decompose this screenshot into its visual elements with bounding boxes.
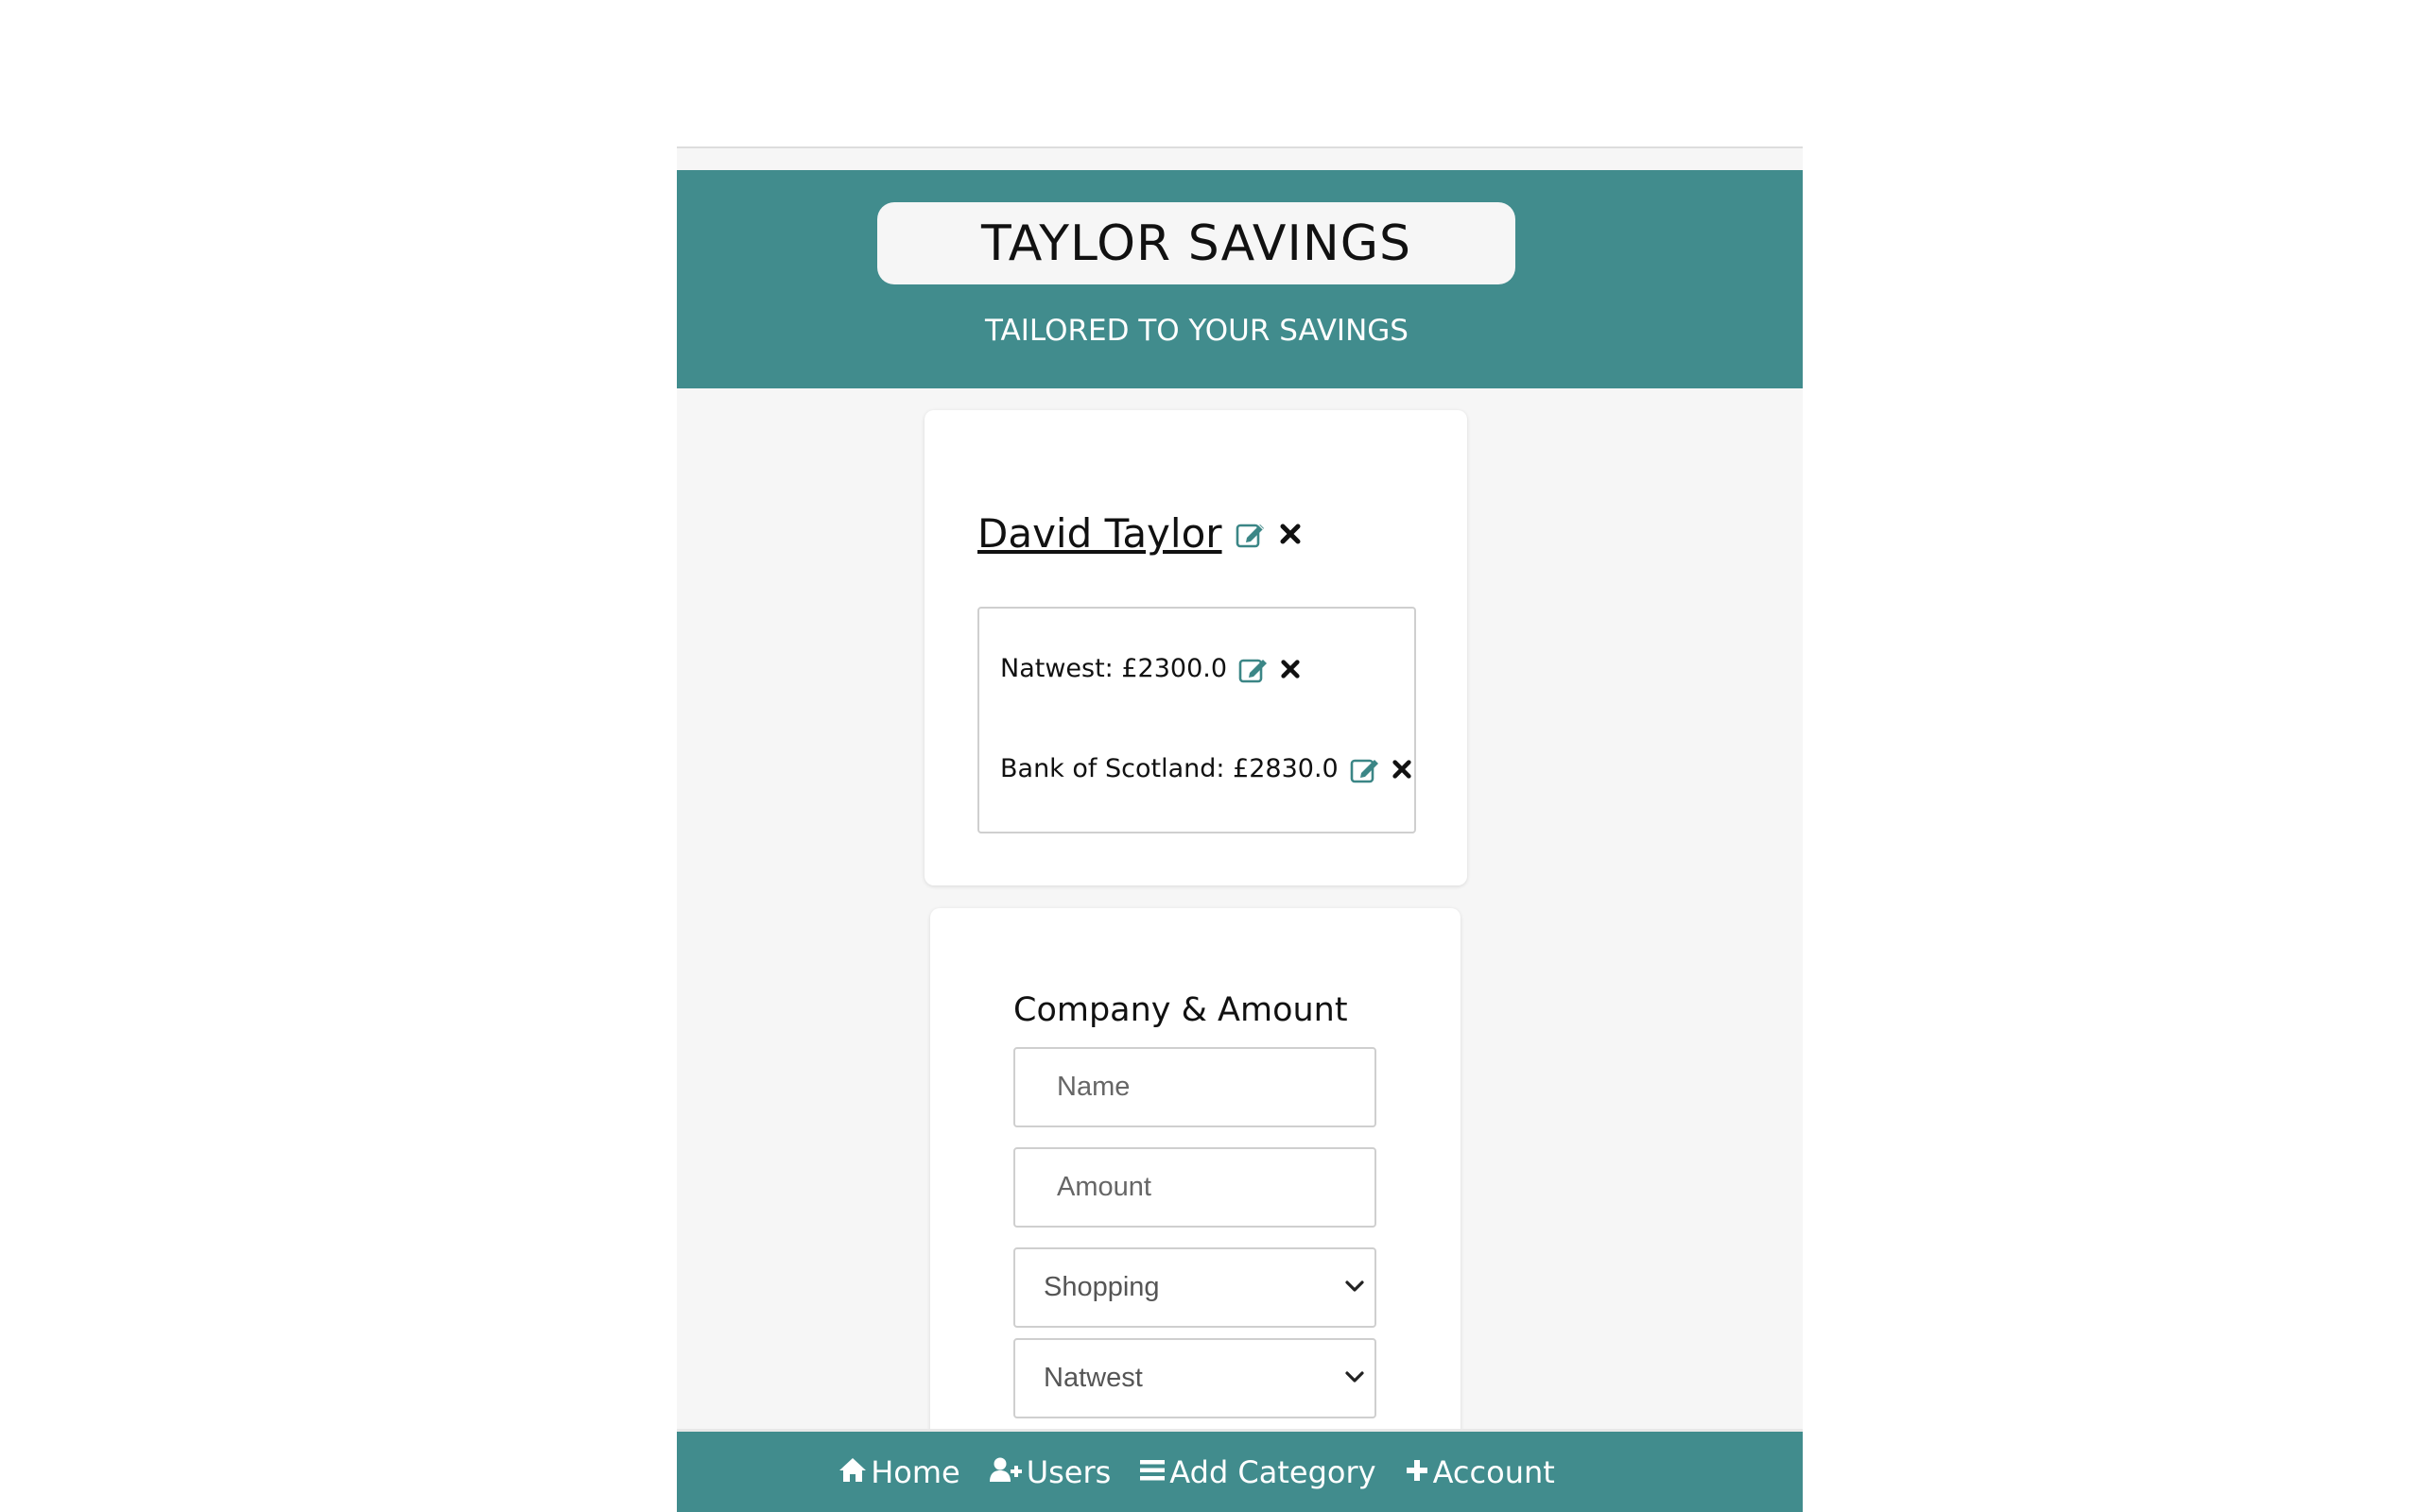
- chevron-down-icon: [1344, 1369, 1365, 1388]
- edit-icon[interactable]: [1236, 520, 1266, 548]
- site-title: TAYLOR SAVINGS: [980, 215, 1412, 272]
- company-select-value: Natwest: [1044, 1363, 1143, 1393]
- category-select[interactable]: Shopping: [1013, 1247, 1376, 1328]
- user-plus-icon: [989, 1454, 1023, 1490]
- company-select[interactable]: Natwest: [1013, 1338, 1376, 1418]
- plus-icon: [1405, 1454, 1429, 1490]
- chevron-down-icon: [1344, 1279, 1365, 1297]
- app-frame: TAYLOR SAVINGS TAILORED TO YOUR SAVINGS …: [677, 0, 1803, 1512]
- edit-icon[interactable]: [1238, 655, 1269, 683]
- category-select-value: Shopping: [1044, 1272, 1160, 1302]
- edit-icon[interactable]: [1350, 755, 1380, 783]
- site-tagline: TAILORED TO YOUR SAVINGS: [985, 314, 1409, 348]
- nav-item-label: Account: [1432, 1453, 1555, 1490]
- nav-item-label: Home: [871, 1453, 960, 1490]
- tagline-wrap: TAILORED TO YOUR SAVINGS: [677, 314, 1717, 348]
- nav-item-users[interactable]: Users: [989, 1453, 1112, 1490]
- account-label: Bank of Scotland: £2830.0: [1000, 754, 1339, 783]
- user-card: David Taylor Natwest: £2300.0 Bank of Sc…: [925, 410, 1467, 885]
- nav-item-account[interactable]: Account: [1405, 1454, 1555, 1490]
- bottom-nav-items: Home Users Add Category Account: [677, 1432, 1717, 1512]
- user-name-link[interactable]: David Taylor: [977, 510, 1222, 557]
- site-header: TAYLOR SAVINGS TAILORED TO YOUR SAVINGS: [677, 170, 1803, 388]
- title-banner: TAYLOR SAVINGS: [877, 202, 1515, 284]
- form-heading: Company & Amount: [1013, 991, 1348, 1029]
- nav-item-label: Add Category: [1169, 1453, 1376, 1490]
- nav-item-add-category[interactable]: Add Category: [1139, 1453, 1376, 1490]
- bottom-nav: Home Users Add Category Account: [677, 1429, 1803, 1512]
- home-icon: [838, 1454, 867, 1490]
- name-input[interactable]: [1013, 1047, 1376, 1127]
- amount-input[interactable]: [1013, 1147, 1376, 1228]
- top-divider: [677, 146, 1803, 148]
- accounts-list: Natwest: £2300.0 Bank of Scotland: £2830…: [977, 607, 1416, 833]
- add-account-form: Company & Amount Shopping Natwest: [930, 908, 1461, 1512]
- delete-icon[interactable]: [1392, 759, 1412, 780]
- account-row: Bank of Scotland: £2830.0: [1000, 754, 1412, 783]
- top-blank-area: [677, 0, 1803, 147]
- nav-item-label: Users: [1026, 1453, 1112, 1490]
- bars-icon: [1139, 1454, 1166, 1490]
- delete-icon[interactable]: [1279, 523, 1302, 545]
- user-header: David Taylor: [977, 510, 1302, 557]
- delete-icon[interactable]: [1280, 659, 1301, 679]
- account-label: Natwest: £2300.0: [1000, 654, 1228, 683]
- nav-item-home[interactable]: Home: [838, 1454, 960, 1490]
- account-row: Natwest: £2300.0: [1000, 654, 1301, 683]
